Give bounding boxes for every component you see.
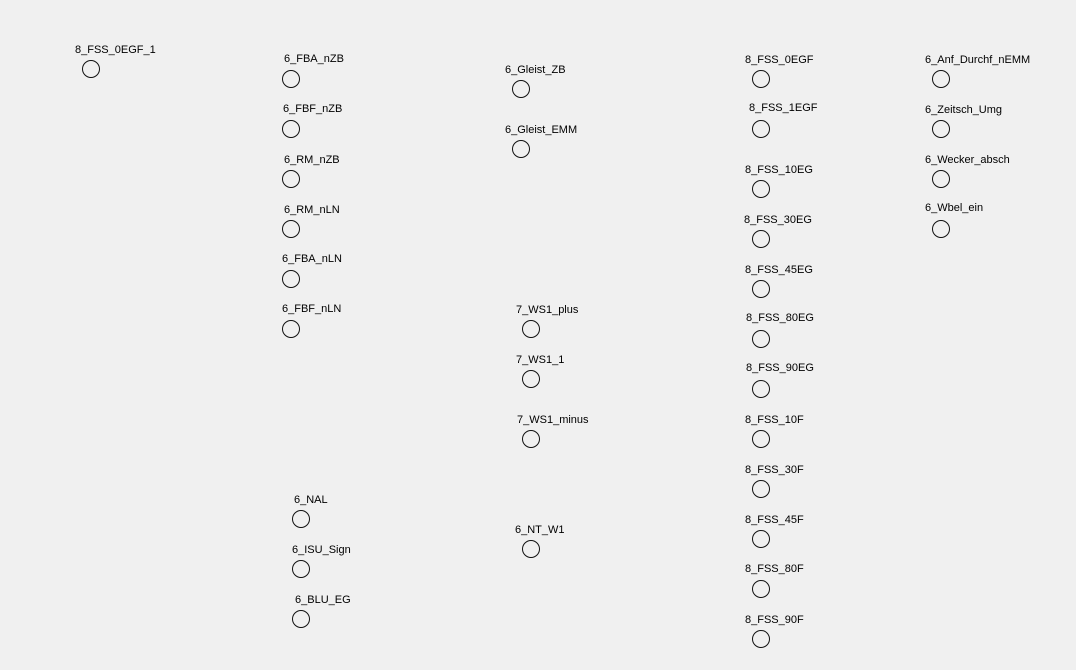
signal-lamp-6-blu-eg[interactable] [292,610,310,628]
signal-label-6-anf-durchf-nemm: 6_Anf_Durchf_nEMM [925,54,1031,66]
signal-label-7-ws1-plus: 7_WS1_plus [516,304,579,316]
signal-lamp-8-fss-0egf-1[interactable] [82,60,100,78]
signal-label-8-fss-10f: 8_FSS_10F [745,414,804,426]
signal-lamp-6-fba-nln[interactable] [282,270,300,288]
signal-lamp-8-fss-1egf[interactable] [752,120,770,138]
signal-label-6-fba-nzb: 6_FBA_nZB [284,53,344,65]
signal-lamp-8-fss-30f[interactable] [752,480,770,498]
signal-lamp-7-ws1-minus[interactable] [522,430,540,448]
signal-label-6-gleist-zb: 6_Gleist_ZB [505,64,566,76]
signal-lamp-6-isu-sign[interactable] [292,560,310,578]
signal-label-6-isu-sign: 6_ISU_Sign [292,544,351,556]
signal-label-7-ws1-minus: 7_WS1_minus [517,414,589,426]
signal-lamp-8-fss-80f[interactable] [752,580,770,598]
signal-lamp-6-rm-nln[interactable] [282,220,300,238]
signal-label-6-wecker-absch: 6_Wecker_absch [925,154,1010,166]
signal-lamp-8-fss-45f[interactable] [752,530,770,548]
signal-label-6-fbf-nln: 6_FBF_nLN [282,303,342,315]
signal-label-6-rm-nln: 6_RM_nLN [284,204,340,216]
signal-lamp-6-anf-durchf-nemm[interactable] [932,70,950,88]
signal-label-8-fss-90eg: 8_FSS_90EG [746,362,814,374]
signal-label-6-zeitsch-umg: 6_Zeitsch_Umg [925,104,1003,116]
signal-label-8-fss-80f: 8_FSS_80F [745,563,804,575]
signal-lamp-8-fss-10eg[interactable] [752,180,770,198]
signal-lamp-6-nal[interactable] [292,510,310,528]
signal-lamp-8-fss-90eg[interactable] [752,380,770,398]
signal-lamp-8-fss-90f[interactable] [752,630,770,648]
signal-lamp-8-fss-80eg[interactable] [752,330,770,348]
signal-lamp-6-gleist-zb[interactable] [512,80,530,98]
signal-label-8-fss-10eg: 8_FSS_10EG [745,164,813,176]
signal-label-8-fss-45f: 8_FSS_45F [745,514,804,526]
signal-lamp-6-wbel-ein[interactable] [932,220,950,238]
signal-lamp-6-zeitsch-umg[interactable] [932,120,950,138]
signal-label-7-ws1-1: 7_WS1_1 [516,354,565,366]
signal-lamp-6-fba-nzb[interactable] [282,70,300,88]
signal-lamp-8-fss-45eg[interactable] [752,280,770,298]
signal-lamp-6-gleist-emm[interactable] [512,140,530,158]
signal-label-8-fss-0egf: 8_FSS_0EGF [745,54,814,66]
signal-label-8-fss-0egf-1: 8_FSS_0EGF_1 [75,44,156,56]
signal-label-6-fbf-nzb: 6_FBF_nZB [283,103,343,115]
signal-label-8-fss-80eg: 8_FSS_80EG [746,312,814,324]
signal-label-6-blu-eg: 6_BLU_EG [295,594,351,606]
signal-lamp-6-nt-w1[interactable] [522,540,540,558]
signal-label-6-fba-nln: 6_FBA_nLN [282,253,342,265]
signal-label-6-gleist-emm: 6_Gleist_EMM [505,124,578,136]
signal-label-6-rm-nzb: 6_RM_nZB [284,154,340,166]
signal-lamp-6-fbf-nzb[interactable] [282,120,300,138]
signal-label-6-wbel-ein: 6_Wbel_ein [925,202,984,214]
signal-label-6-nt-w1: 6_NT_W1 [515,524,565,536]
signal-label-8-fss-90f: 8_FSS_90F [745,614,804,626]
signal-label-8-fss-45eg: 8_FSS_45EG [745,264,813,276]
signal-lamp-8-fss-30eg[interactable] [752,230,770,248]
signal-lamp-8-fss-10f[interactable] [752,430,770,448]
signal-label-8-fss-30eg: 8_FSS_30EG [744,214,812,226]
signal-label-6-nal: 6_NAL [294,494,328,506]
signal-canvas: 8_FSS_0EGF_1 6_FBA_nZB 6_FBF_nZB 6_RM_nZB 6_… [0,0,1076,670]
signal-label-8-fss-1egf: 8_FSS_1EGF [749,102,818,114]
signal-lamp-8-fss-0egf[interactable] [752,70,770,88]
signal-label-8-fss-30f: 8_FSS_30F [745,464,804,476]
signal-lamp-7-ws1-1[interactable] [522,370,540,388]
signal-lamp-7-ws1-plus[interactable] [522,320,540,338]
signal-lamp-6-fbf-nln[interactable] [282,320,300,338]
signal-lamp-6-rm-nzb[interactable] [282,170,300,188]
signal-lamp-6-wecker-absch[interactable] [932,170,950,188]
